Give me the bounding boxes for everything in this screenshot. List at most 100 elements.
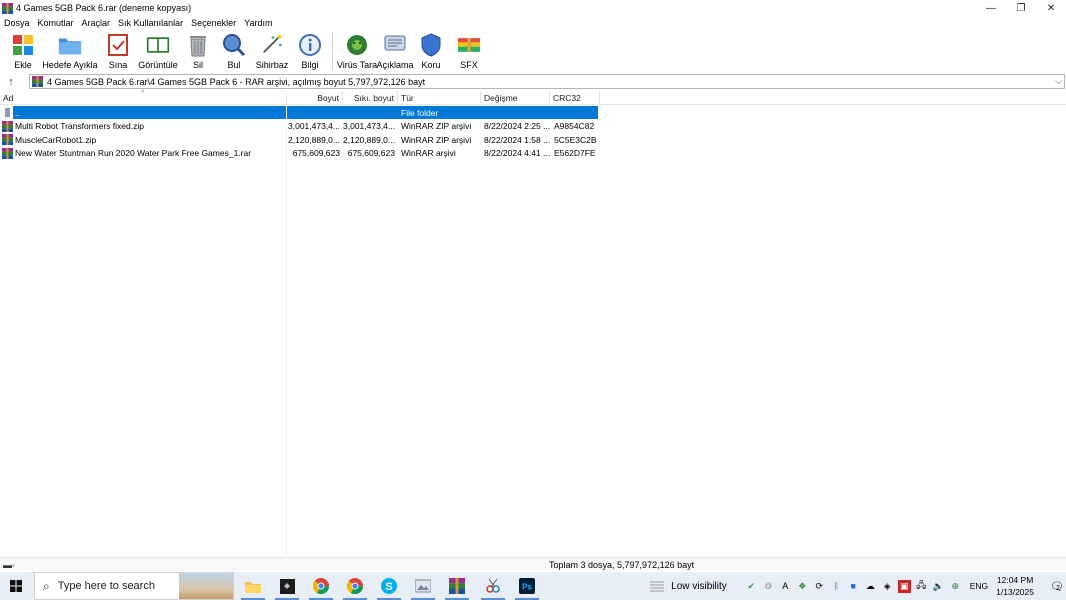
view-button[interactable]: Görüntüle	[136, 30, 180, 73]
cloud-icon[interactable]: ☁	[864, 580, 877, 593]
menu-secenekler[interactable]: Seçenekler	[191, 18, 236, 28]
taskbar-snipping-tool[interactable]	[477, 572, 509, 600]
add-archive-icon	[11, 33, 35, 57]
taskbar-photoshop[interactable]: Ps	[511, 572, 543, 600]
winrar-icon	[449, 578, 465, 594]
search-icon: ⌕	[43, 578, 50, 593]
zip-file-icon	[2, 134, 13, 145]
find-magnifier-icon	[222, 33, 246, 57]
info-button[interactable]: Bilgi	[292, 30, 328, 73]
network-icon[interactable]: 🖧	[915, 580, 928, 593]
delete-button[interactable]: Sil	[180, 30, 216, 73]
menu-komutlar[interactable]: Komutlar	[38, 18, 74, 28]
list-item-parent-folder[interactable]: .. File folder	[0, 106, 600, 120]
virus-scan-button[interactable]: Virüs Tara	[337, 30, 377, 73]
language-indicator[interactable]: ENG	[970, 581, 988, 591]
menu-sik-kullanilanlar[interactable]: Sık Kullanılanlar	[118, 18, 183, 28]
protect-button[interactable]: Koru	[413, 30, 449, 73]
status-bar: ▬◦ Toplam 3 dosya, 5,797,972,126 bayt	[0, 557, 1066, 571]
test-button[interactable]: Sına	[100, 30, 136, 73]
taskbar-chrome-1[interactable]	[305, 572, 337, 600]
taskbar-app-game[interactable]	[271, 572, 303, 600]
font-a-icon[interactable]: A	[779, 580, 792, 593]
list-item-file[interactable]: Multi Robot Transformers fixed.zip 3,001…	[0, 120, 600, 134]
title-bar: 4 Games 5GB Pack 6.rar (deneme kopyası) …	[0, 0, 1066, 16]
extract-folder-icon	[58, 33, 82, 57]
column-header-crc32[interactable]: CRC32	[550, 90, 600, 105]
address-bar: ↑ 4 Games 5GB Pack 6.rar\4 Games 5GB Pac…	[0, 73, 1066, 90]
winrar-app-icon	[2, 2, 13, 14]
minimize-button[interactable]: —	[976, 0, 1006, 16]
notification-count: 2	[1056, 584, 1060, 592]
chevron-down-icon[interactable]: ⌵	[1055, 76, 1062, 87]
bluetooth-icon[interactable]: ᛒ	[830, 580, 843, 593]
list-item-file[interactable]: New Water Stuntman Run 2020 Water Park F…	[0, 147, 600, 161]
wizard-button[interactable]: Sihirbaz	[252, 30, 292, 73]
menu-dosya[interactable]: Dosya	[4, 18, 30, 28]
picture-viewer-icon	[415, 579, 431, 593]
taskbar-file-explorer[interactable]	[237, 572, 269, 600]
dark-app-icon	[279, 578, 295, 594]
menu-bar: Dosya Komutlar Araçlar Sık Kullanılanlar…	[0, 16, 1066, 30]
menu-yardim[interactable]: Yardım	[244, 18, 272, 28]
sfx-box-icon	[457, 33, 481, 57]
taskbar: ⌕ Type here to search S Ps Low visibilit…	[0, 572, 1066, 600]
antivirus-red-icon[interactable]: ▣	[897, 579, 911, 593]
maximize-button[interactable]: ❐	[1006, 0, 1036, 16]
sort-ascending-icon: ^	[141, 90, 145, 97]
chrome-icon	[313, 578, 329, 594]
list-item-file[interactable]: MuscleCarRobot1.zip 2,120,889,0... 2,120…	[0, 133, 600, 147]
clock[interactable]: 12:04 PM 1/13/2025	[996, 574, 1034, 598]
windows-logo-icon	[10, 580, 22, 592]
taskbar-image-app[interactable]	[407, 572, 439, 600]
status-summary: Toplam 3 dosya, 5,797,972,126 bayt	[549, 560, 695, 570]
taskbar-search[interactable]: ⌕ Type here to search	[34, 572, 234, 600]
wizard-wand-icon	[260, 33, 284, 57]
extract-to-button[interactable]: Hedefe Ayıkla	[40, 30, 100, 73]
address-field[interactable]: 4 Games 5GB Pack 6.rar\4 Games 5GB Pack …	[29, 74, 1065, 89]
start-button[interactable]	[0, 572, 32, 600]
display-icon[interactable]: ■	[847, 580, 860, 593]
fog-weather-icon	[650, 581, 665, 592]
parent-folder-icon	[5, 108, 10, 117]
close-button[interactable]: ✕	[1036, 0, 1066, 16]
menu-araclar[interactable]: Araçlar	[82, 18, 111, 28]
file-list-header: Ad Boyut Sıkı. boyut Tür Değişme CRC32	[0, 90, 1066, 105]
toolbar: Ekle Hedefe Ayıkla Sına Görüntüle Sil Bu…	[0, 30, 1066, 73]
svg-text:S: S	[385, 581, 392, 593]
add-button[interactable]: Ekle	[6, 30, 40, 73]
column-header-type[interactable]: Tür	[398, 90, 481, 105]
window-title: 4 Games 5GB Pack 6.rar (deneme kopyası)	[16, 3, 192, 13]
rar-archive-icon	[32, 76, 43, 87]
security-check-icon[interactable]: ✔	[745, 580, 758, 593]
column-header-modified[interactable]: Değişme	[481, 90, 550, 105]
drive-icon[interactable]: ▬◦	[3, 560, 15, 570]
search-placeholder: Type here to search	[57, 580, 155, 592]
view-book-icon	[146, 33, 170, 57]
clock-date: 1/13/2025	[996, 587, 1034, 597]
recycle-icon[interactable]: ♲	[762, 580, 775, 593]
taskbar-skype[interactable]: S	[373, 572, 405, 600]
search-highlight-image	[179, 573, 233, 599]
weather-widget[interactable]: Low visibility	[649, 579, 727, 593]
taskbar-chrome-2[interactable]	[339, 572, 371, 600]
find-button[interactable]: Bul	[216, 30, 252, 73]
zip-file-icon	[2, 120, 13, 132]
system-tray: Low visibility ✔ ♲ A ❖ ⟳ ᛒ ■ ☁ ◈ ▣ 🖧 🔈 ⊕…	[649, 572, 1066, 600]
volume-icon[interactable]: 🔈	[932, 580, 945, 593]
comment-button[interactable]: Açıklama	[377, 30, 414, 73]
column-header-size[interactable]: Boyut	[287, 90, 343, 105]
folder-icon	[245, 581, 261, 593]
globe-icon[interactable]: ⊕	[949, 580, 962, 593]
app-green-icon[interactable]: ❖	[796, 580, 809, 593]
column-header-packed[interactable]: Sıkı. boyut	[343, 90, 398, 105]
file-list: .. File folder Multi Robot Transformers …	[0, 106, 600, 160]
up-folder-button[interactable]: ↑	[0, 73, 22, 90]
shield-tray-icon[interactable]: ◈	[881, 580, 894, 593]
sfx-button[interactable]: SFX	[449, 30, 489, 73]
sync-icon[interactable]: ⟳	[813, 580, 826, 593]
taskbar-winrar[interactable]	[441, 572, 473, 600]
test-icon	[106, 33, 130, 57]
notification-center-button[interactable]: 🗨 2	[1044, 572, 1066, 600]
shield-icon	[419, 33, 443, 57]
